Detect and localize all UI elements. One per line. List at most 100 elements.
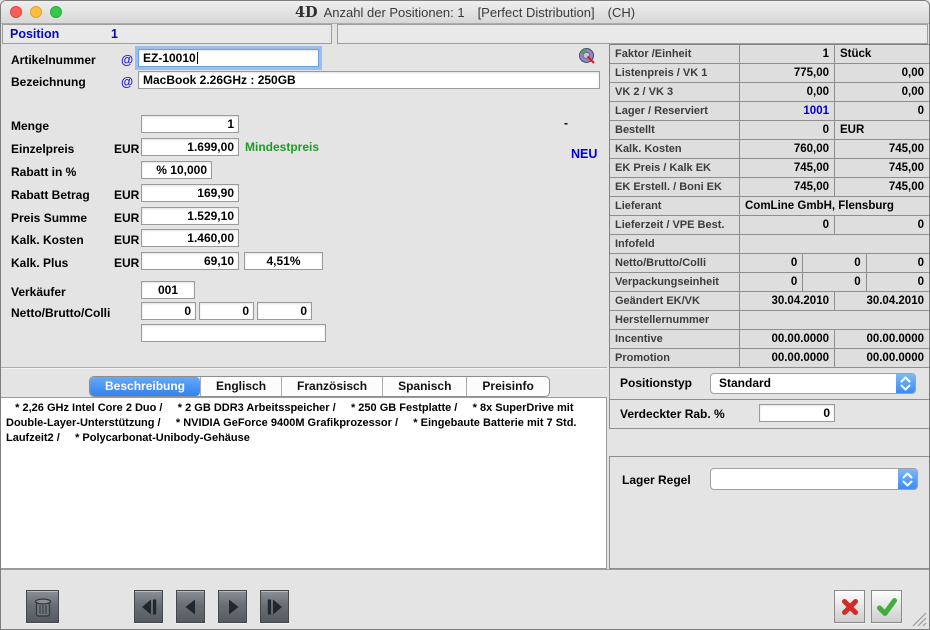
info-cell: 0	[802, 254, 865, 272]
accept-button[interactable]	[871, 590, 902, 623]
brutto-input[interactable]: 0	[199, 302, 254, 320]
lager-regel-label: Lager Regel	[622, 473, 691, 487]
info-row: Incentive00.00.000000.00.0000	[610, 330, 929, 349]
text-caret	[197, 52, 198, 64]
artikelnummer-input[interactable]: EZ-10010	[138, 49, 319, 67]
info-cell: 745,00	[834, 140, 929, 158]
tab-preisinfo[interactable]: Preisinfo	[466, 377, 548, 396]
info-row: Lieferzeit / VPE Best.00	[610, 216, 929, 235]
description-tabs: BeschreibungEnglischFranzösischSpanischP…	[89, 376, 550, 397]
green-check-icon	[875, 595, 899, 619]
nav-first-button[interactable]	[134, 590, 163, 623]
description-textarea[interactable]: * 2,26 GHz Intel Core 2 Duo / * 2 GB DDR…	[1, 397, 607, 569]
info-cell: 0	[740, 216, 834, 234]
rabatt-betrag-input[interactable]: 169,90	[141, 184, 239, 202]
positionstyp-label: Positionstyp	[620, 376, 692, 390]
nav-next-icon	[222, 596, 244, 618]
preis-summe-input[interactable]: 1.529,10	[141, 207, 239, 225]
info-row-label: Incentive	[610, 330, 740, 348]
rabatt-prozent-label: Rabatt in %	[11, 163, 76, 181]
footer-divider	[1, 569, 930, 570]
info-row-label: Infofeld	[610, 235, 740, 253]
kalk-plus-label: Kalk. Plus	[11, 254, 68, 272]
info-cell: 0,00	[834, 83, 929, 101]
info-row-label: EK Erstell. / Boni EK	[610, 178, 740, 196]
info-row-label: EK Preis / Kalk EK	[610, 159, 740, 177]
info-cell: 0	[834, 102, 929, 120]
info-cell: 0	[834, 216, 929, 234]
positionstyp-dropdown[interactable]: Standard	[710, 373, 916, 394]
app-window: 4D Anzahl der Positionen: 1 [Perfect Dis…	[0, 0, 930, 630]
info-cell: 745,00	[834, 178, 929, 196]
kalk-kosten-input[interactable]: 1.460,00	[141, 229, 239, 247]
info-cell: 745,00	[834, 159, 929, 177]
netto-input[interactable]: 0	[141, 302, 196, 320]
popup-arrows-icon	[896, 374, 915, 393]
info-cell: 775,00	[740, 64, 834, 82]
info-row-label: VK 2 / VK 3	[610, 83, 740, 101]
kalk-plus-currency: EUR	[114, 254, 139, 272]
tab-beschreibung[interactable]: Beschreibung	[90, 377, 200, 396]
nav-next-button[interactable]	[218, 590, 247, 623]
info-row-label: Listenpreis / VK 1	[610, 64, 740, 82]
einzelpreis-input[interactable]: 1.699,00	[141, 138, 239, 156]
tab-englisch[interactable]: Englisch	[200, 377, 281, 396]
bezeichnung-input[interactable]: MacBook 2.26GHz : 250GB	[138, 71, 600, 89]
info-row: Lager / Reserviert10010	[610, 102, 929, 121]
resize-grip-icon[interactable]	[909, 609, 927, 627]
tab-franz-sisch[interactable]: Französisch	[281, 377, 382, 396]
nav-first-icon	[138, 596, 160, 618]
preis-summe-label: Preis Summe	[11, 209, 87, 227]
position-bar: Position 1	[2, 24, 332, 44]
window-title-region: (CH)	[608, 5, 635, 20]
nav-previous-button[interactable]	[176, 590, 205, 623]
info-cell: 30.04.2010	[834, 292, 929, 310]
info-row-label: Geändert EK/VK	[610, 292, 740, 310]
info-row-label: Lieferzeit / VPE Best.	[610, 216, 740, 234]
info-row-label: Faktor /Einheit	[610, 45, 740, 63]
info-row-label: Lieferant	[610, 197, 740, 215]
mindestpreis-badge: Mindestpreis	[245, 138, 319, 156]
info-cell: 00.00.0000	[834, 330, 929, 348]
window-title-text: Anzahl der Positionen: 1	[324, 5, 465, 20]
verkaeufer-label: Verkäufer	[11, 283, 66, 301]
verkaeufer-input[interactable]: 001	[141, 281, 195, 299]
info-row: Verpackungseinheit000	[610, 273, 929, 292]
delete-record-button[interactable]	[26, 590, 59, 623]
menge-input[interactable]: 1	[141, 115, 239, 133]
info-row-label: Herstellernummer	[610, 311, 740, 329]
info-cell: 00.00.0000	[740, 349, 834, 367]
rabatt-prozent-input[interactable]: % 10,000	[141, 161, 212, 179]
info-cell: 0	[740, 254, 802, 272]
info-cell: 0,00	[834, 64, 929, 82]
info-row: Kalk. Kosten760,00745,00	[610, 140, 929, 159]
colli-input[interactable]: 0	[257, 302, 312, 320]
verdeckter-rabatt-input[interactable]: 0	[759, 404, 835, 422]
artikelnummer-wildcard: @	[121, 51, 133, 69]
nav-last-button[interactable]	[260, 590, 289, 623]
verdeckter-rabatt-label: Verdeckter Rab. %	[620, 407, 725, 421]
window-title: 4D Anzahl der Positionen: 1 [Perfect Dis…	[1, 1, 929, 23]
info-cell: 0	[866, 273, 929, 291]
article-lookup-icon[interactable]	[578, 47, 596, 65]
info-cell: 0,00	[740, 83, 834, 101]
colli-extra-input[interactable]	[141, 324, 326, 342]
nav-previous-icon	[180, 596, 202, 618]
info-row: Infofeld	[610, 235, 929, 254]
title-bar[interactable]: 4D Anzahl der Positionen: 1 [Perfect Dis…	[1, 1, 929, 24]
info-row: Promotion00.00.000000.00.0000	[610, 349, 929, 368]
dash-marker: -	[564, 114, 568, 132]
info-cell: EUR	[834, 121, 929, 139]
info-row: Listenpreis / VK 1775,000,00	[610, 64, 929, 83]
position-label: Position	[10, 25, 59, 43]
kalk-plus-input[interactable]: 69,10	[141, 252, 239, 270]
popup-arrows-icon	[898, 469, 917, 489]
lager-regel-dropdown[interactable]	[710, 468, 918, 490]
kalk-plus-percent-field[interactable]: 4,51%	[244, 252, 323, 270]
position-value: 1	[111, 25, 118, 43]
info-row: VK 2 / VK 30,000,00	[610, 83, 929, 102]
tab-spanisch[interactable]: Spanisch	[382, 377, 466, 396]
cancel-button[interactable]	[834, 590, 865, 623]
trash-icon	[31, 595, 55, 619]
info-cell: 745,00	[740, 159, 834, 177]
